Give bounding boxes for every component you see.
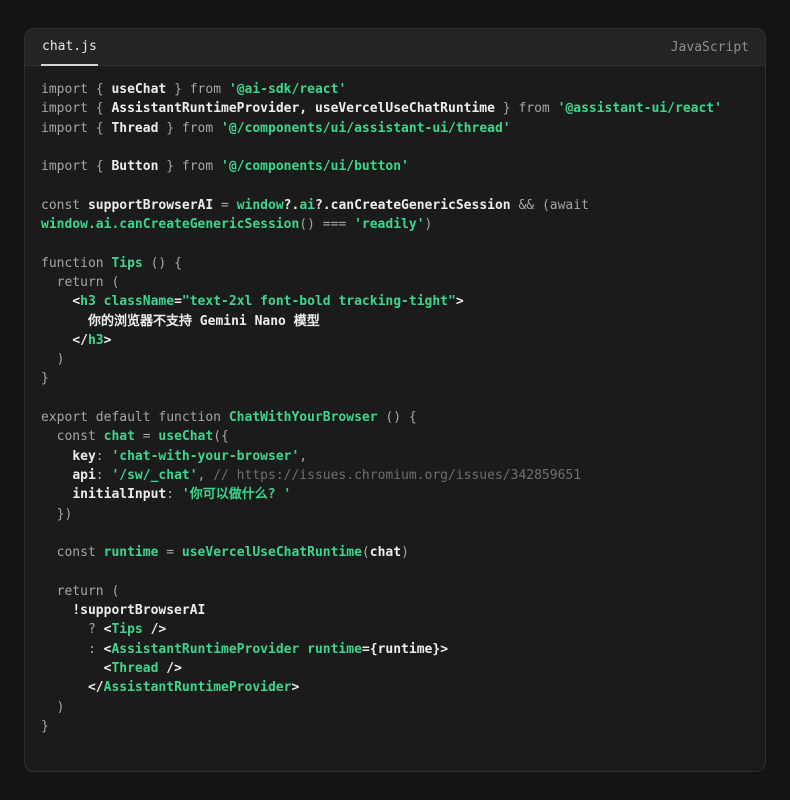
code-line: export default function ChatWithYourBrow… [41,408,749,427]
code-line: const supportBrowserAI = window?.ai?.can… [41,196,749,215]
code-line: <Thread /> [41,659,749,678]
code-line: const runtime = useVercelUseChatRuntime(… [41,543,749,562]
code-line: } [41,717,749,736]
code-line [41,176,749,195]
code-line: </AssistantRuntimeProvider> [41,678,749,697]
code-line: } [41,369,749,388]
code-content: import { useChat } from '@ai-sdk/react'i… [25,66,765,771]
code-line: api: '/sw/_chat', // https://issues.chro… [41,466,749,485]
code-line: !supportBrowserAI [41,601,749,620]
code-line: import { useChat } from '@ai-sdk/react' [41,80,749,99]
code-line: import { Button } from '@/components/ui/… [41,157,749,176]
code-block: chat.js JavaScript import { useChat } fr… [24,28,766,772]
code-line [41,234,749,253]
code-line: import { Thread } from '@/components/ui/… [41,119,749,138]
language-badge: JavaScript [671,29,749,65]
code-line [41,389,749,408]
code-line: ) [41,350,749,369]
code-line: }) [41,505,749,524]
code-line: 你的浏览器不支持 Gemini Nano 模型 [41,312,749,331]
code-line: return ( [41,582,749,601]
code-line: initialInput: '你可以做什么? ' [41,485,749,504]
code-line: ) [41,698,749,717]
code-line: const chat = useChat({ [41,427,749,446]
code-line: function Tips () { [41,254,749,273]
code-line: </h3> [41,331,749,350]
code-line [41,524,749,543]
code-line: <h3 className="text-2xl font-bold tracki… [41,292,749,311]
code-line: window.ai.canCreateGenericSession() === … [41,215,749,234]
code-block-header: chat.js JavaScript [25,29,765,66]
code-line [41,138,749,157]
code-line: key: 'chat-with-your-browser', [41,447,749,466]
tab-chat-js[interactable]: chat.js [41,29,98,66]
code-line: : <AssistantRuntimeProvider runtime={run… [41,640,749,659]
code-line: return ( [41,273,749,292]
code-line: import { AssistantRuntimeProvider, useVe… [41,99,749,118]
code-line: ? <Tips /> [41,620,749,639]
code-line [41,562,749,581]
